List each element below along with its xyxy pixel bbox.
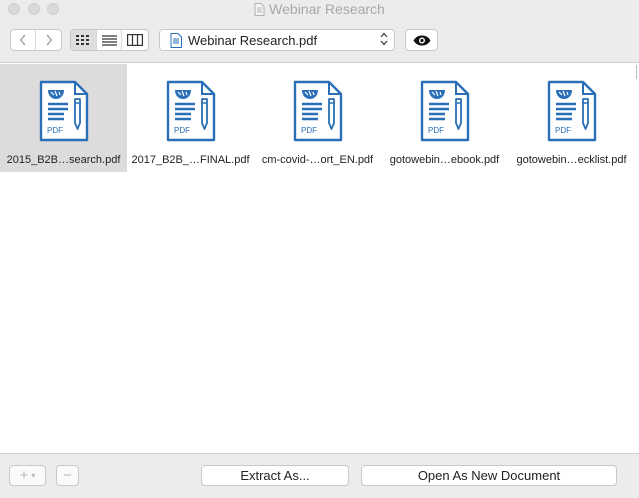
app-window: Webinar Research Webinar Research.pdf PD… (0, 0, 639, 498)
chevron-left-icon (19, 34, 26, 46)
open-as-new-document-button[interactable]: Open As New Document (361, 465, 617, 486)
file-name: gotowebin…ecklist.pdf (516, 154, 627, 166)
extract-as-button[interactable]: Extract As... (201, 465, 349, 486)
column-view-button[interactable] (122, 30, 148, 50)
grid-icon (76, 35, 90, 45)
toolbar: Webinar Research.pdf (0, 18, 639, 63)
file-name: 2017_B2B_…FINAL.pdf (131, 154, 250, 166)
list-view-button[interactable] (97, 30, 123, 50)
document-select-value: Webinar Research.pdf (188, 32, 318, 48)
document-select[interactable]: Webinar Research.pdf (159, 29, 395, 51)
pdf-file-icon: PDF (420, 80, 470, 142)
navigation-control (10, 29, 62, 51)
file-item[interactable]: PDF gotowebin…ecklist.pdf (508, 64, 635, 172)
file-item[interactable]: PDF 2015_B2B…search.pdf (0, 64, 127, 172)
svg-text:PDF: PDF (428, 126, 444, 135)
list-icon (101, 34, 117, 46)
quick-look-button[interactable] (405, 29, 438, 51)
file-name: cm-covid-…ort_EN.pdf (261, 154, 374, 166)
file-item[interactable]: PDF gotowebin…ebook.pdf (381, 64, 508, 172)
chevron-right-icon (45, 34, 52, 46)
pdf-document-icon (170, 32, 182, 48)
file-item[interactable]: PDF 2017_B2B_…FINAL.pdf (127, 64, 254, 172)
file-name: 2015_B2B…search.pdf (6, 154, 121, 166)
minus-icon: − (63, 467, 72, 484)
columns-icon (127, 34, 144, 46)
pdf-file-icon: PDF (39, 80, 89, 142)
view-mode-control (70, 29, 149, 51)
icon-view-button[interactable] (71, 30, 97, 50)
svg-text:PDF: PDF (555, 126, 571, 135)
pdf-file-icon: PDF (547, 80, 597, 142)
title-bar: Webinar Research (0, 0, 639, 18)
back-button[interactable] (11, 30, 36, 50)
file-name: gotowebin…ebook.pdf (389, 154, 500, 166)
document-proxy-icon[interactable] (254, 3, 265, 19)
pdf-file-icon: PDF (166, 80, 216, 142)
scroll-edge-divider (636, 65, 637, 79)
plus-icon: + (19, 467, 29, 484)
bottom-bar: + ▾ − Extract As... Open As New Document (0, 453, 639, 498)
svg-text:PDF: PDF (174, 126, 190, 135)
file-item[interactable]: PDF cm-covid-…ort_EN.pdf (254, 64, 381, 172)
pdf-file-icon: PDF (293, 80, 343, 142)
window-title: Webinar Research (0, 1, 639, 19)
up-down-chevron-icon (380, 32, 388, 48)
add-button[interactable]: + ▾ (9, 465, 46, 486)
forward-button[interactable] (36, 30, 61, 50)
svg-text:PDF: PDF (301, 126, 317, 135)
window-title-text: Webinar Research (269, 1, 385, 17)
file-grid: PDF 2015_B2B…search.pdf PDF 2017_B2B_…FINAL… (0, 64, 639, 453)
chevron-down-icon: ▾ (31, 471, 36, 480)
eye-icon (413, 35, 430, 45)
remove-button[interactable]: − (56, 465, 79, 486)
svg-text:PDF: PDF (47, 126, 63, 135)
